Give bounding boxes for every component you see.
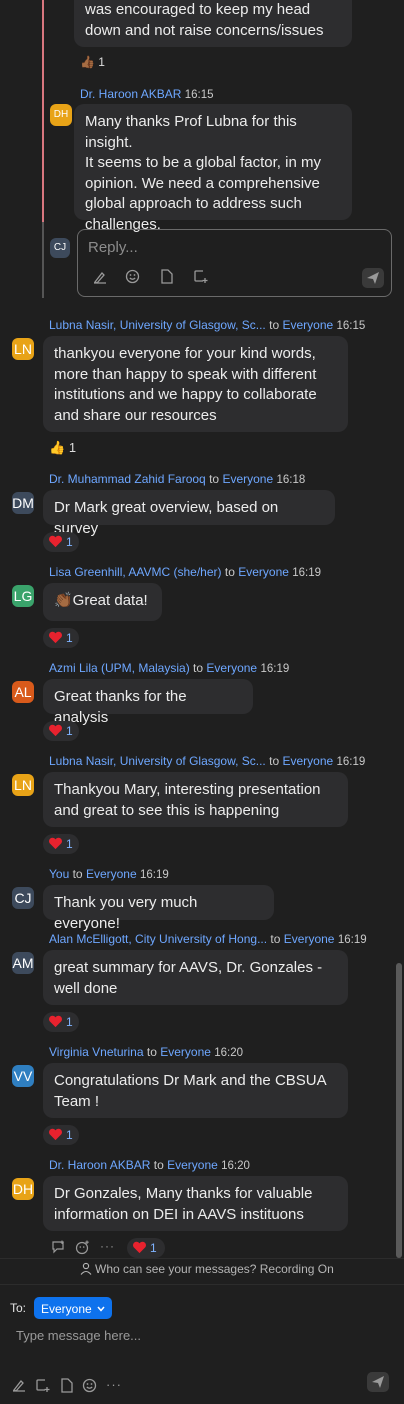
file-icon[interactable] — [160, 269, 174, 284]
composer-toolbar: ··· — [0, 1372, 404, 1396]
message-bubble[interactable]: thankyou everyone for your kind words, mo… — [43, 336, 348, 432]
avatar: DH — [50, 104, 72, 126]
heart-icon — [48, 631, 66, 645]
footer-divider — [0, 1258, 404, 1259]
message-bubble[interactable]: Great thanks for the analysis — [43, 679, 253, 726]
message-header: Dr. Haroon AKBAR to Everyone 16:20 — [49, 1158, 250, 1172]
recipient-link[interactable]: Everyone — [167, 1158, 218, 1172]
recipient-link[interactable]: Everyone — [222, 472, 273, 486]
chevron-down-icon — [97, 1297, 105, 1319]
message-bubble[interactable]: Congratulations Dr Mark and the CBSUA Tea… — [43, 1063, 348, 1118]
avatar[interactable]: VV — [12, 1065, 34, 1087]
format-icon[interactable] — [12, 1378, 26, 1392]
heart-icon — [48, 724, 66, 738]
avatar: CJ — [50, 238, 70, 258]
recipient-link[interactable]: Everyone — [206, 661, 257, 675]
privacy-notice[interactable]: Who can see your messages? Recording On — [80, 1262, 334, 1278]
sender-name[interactable]: Alan McElligott, City University of Hong… — [49, 932, 267, 946]
sender-name[interactable]: Virginia Vneturina — [49, 1045, 144, 1059]
reply-thread-icon[interactable] — [51, 1240, 66, 1254]
sender-name[interactable]: Dr. Haroon AKBAR — [49, 1158, 150, 1172]
heart-icon — [48, 837, 66, 851]
message-header: Lubna Nasir, University of Glasgow, Sc..… — [49, 754, 366, 768]
avatar[interactable]: DM — [12, 492, 34, 514]
reaction-chip[interactable]: 1 — [127, 1238, 165, 1258]
message-bubble[interactable]: Dr Gonzales, Many thanks for valuable inf… — [43, 1176, 348, 1231]
recipient-link[interactable]: Everyone — [282, 754, 333, 768]
sender-name[interactable]: Lubna Nasir, University of Glasgow, Sc..… — [49, 754, 266, 768]
thread-indicator — [42, 0, 44, 222]
reaction-chip[interactable]: 1 — [43, 721, 79, 741]
avatar[interactable]: LN — [12, 774, 34, 796]
message-bubble[interactable]: great summary for AAVS, Dr. Gonzales - we… — [43, 950, 348, 1005]
sender-name[interactable]: You — [49, 867, 69, 881]
message-bubble[interactable]: Thank you very much everyone! — [43, 885, 274, 932]
thread-prev-reaction[interactable]: 👍🏾 1 — [80, 55, 105, 69]
emoji-icon[interactable] — [125, 269, 140, 284]
message-header: Azmi Lila (UPM, Malaysia) to Everyone 16… — [49, 661, 290, 675]
reaction-chip[interactable]: 1 — [43, 532, 79, 552]
avatar[interactable]: LN — [12, 338, 34, 360]
recipient-link[interactable]: Everyone — [86, 867, 137, 881]
message-bubble[interactable]: Thankyou Mary, interesting presentation a… — [43, 772, 348, 827]
recipient-link[interactable]: Everyone — [160, 1045, 211, 1059]
sender-name[interactable]: Lisa Greenhill, AAVMC (she/her) — [49, 565, 222, 579]
heart-icon — [48, 1128, 66, 1142]
message-header: Dr. Haroon AKBAR 16:15 — [80, 87, 214, 101]
message-bubble[interactable]: Dr Mark great overview, based on survey — [43, 490, 335, 537]
format-icon[interactable] — [93, 270, 107, 284]
avatar[interactable]: DH — [12, 1178, 34, 1200]
avatar[interactable]: AL — [12, 681, 34, 703]
sender-name[interactable]: Lubna Nasir, University of Glasgow, Sc..… — [49, 318, 266, 332]
reaction-chip[interactable]: 👍 1 — [49, 440, 76, 456]
message-header: Alan McElligott, City University of Hong… — [49, 932, 367, 946]
thread-reply-message: Many thanks Prof Lubna for this insight.… — [74, 104, 352, 233]
to-label: To: — [10, 1301, 27, 1315]
message-header: Virginia Vneturina to Everyone 16:20 — [49, 1045, 244, 1059]
sender-name[interactable]: Dr. Muhammad Zahid Farooq — [49, 472, 206, 486]
composer-divider — [0, 1284, 404, 1285]
scrollbar-thumb[interactable] — [396, 963, 402, 1258]
message-header: Dr. Muhammad Zahid Farooq to Everyone 16… — [49, 472, 306, 486]
heart-icon — [48, 535, 66, 549]
more-icon[interactable]: ··· — [100, 1239, 115, 1253]
avatar[interactable]: AM — [12, 952, 34, 974]
recipient-link[interactable]: Everyone — [282, 318, 333, 332]
recipient-dropdown[interactable]: Everyone — [34, 1297, 113, 1319]
sender-name[interactable]: Azmi Lila (UPM, Malaysia) — [49, 661, 190, 675]
reaction-chip[interactable]: 1 — [43, 628, 79, 648]
heart-icon — [132, 1241, 150, 1255]
reaction-chip[interactable]: 1 — [43, 1012, 79, 1032]
message-input[interactable]: Type message here... — [16, 1328, 141, 1343]
reaction-chip[interactable]: 1 — [43, 1125, 79, 1145]
screenshot-icon[interactable] — [35, 1378, 50, 1393]
reply-input[interactable]: Reply... — [88, 239, 138, 256]
avatar[interactable]: CJ — [12, 887, 34, 909]
emoji-icon[interactable] — [82, 1378, 97, 1393]
message-header: Lubna Nasir, University of Glasgow, Sc..… — [49, 318, 366, 332]
recipient-link[interactable]: Everyone — [284, 932, 335, 946]
message-header: You to Everyone 16:19 — [49, 867, 169, 881]
message-bubble[interactable]: 👏🏾Great data! — [43, 583, 162, 621]
screenshot-icon[interactable] — [193, 269, 208, 284]
avatar[interactable]: LG — [12, 585, 34, 607]
message-header: Lisa Greenhill, AAVMC (she/her) to Every… — [49, 565, 322, 579]
send-icon[interactable] — [367, 1372, 389, 1392]
more-icon[interactable]: ··· — [106, 1377, 122, 1392]
file-icon[interactable] — [60, 1378, 74, 1393]
heart-icon — [48, 1015, 66, 1029]
add-reaction-icon[interactable] — [75, 1240, 90, 1255]
thread-indicator-lower — [42, 222, 44, 298]
thread-prev-message: was encouraged to keep my head down and … — [74, 0, 352, 47]
send-icon[interactable] — [362, 268, 384, 288]
reply-box[interactable]: Reply... — [77, 229, 392, 297]
user-icon — [80, 1262, 92, 1278]
reaction-chip[interactable]: 1 — [43, 834, 79, 854]
recipient-link[interactable]: Everyone — [238, 565, 289, 579]
